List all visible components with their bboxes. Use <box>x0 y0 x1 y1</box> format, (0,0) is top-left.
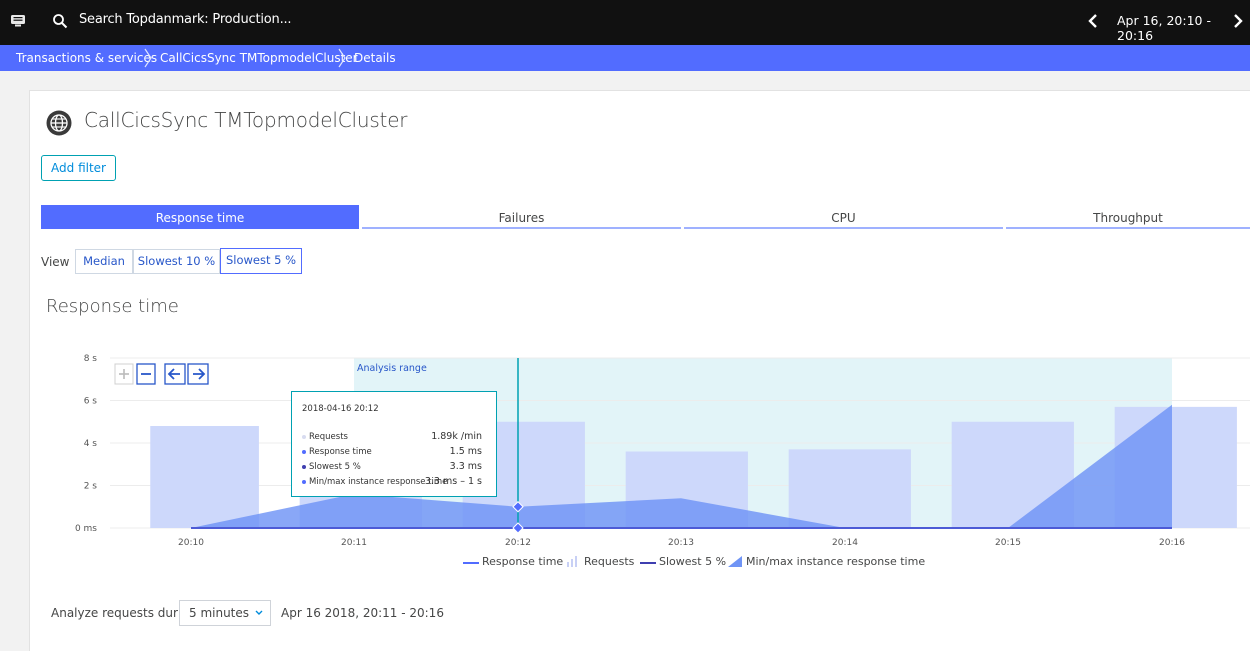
x-tick-label: 20:16 <box>1159 538 1185 548</box>
y-tick-label: 2 s <box>84 482 98 492</box>
minmax-area-icon <box>728 556 742 567</box>
tooltip-row-requests: Requests 1.89k /min <box>302 431 490 444</box>
minmax-dot-icon <box>302 479 306 484</box>
chart-tooltip: 2018-04-16 20:12 Requests 1.89k /min Res… <box>291 391 497 497</box>
slowest-dot-icon <box>302 464 306 469</box>
legend-slowest-5[interactable]: Slowest 5 % <box>659 555 726 568</box>
response-time-chart[interactable]: 0 ms2 s4 s6 s8 s 20:10 20:11 20:12 20:13 20:… <box>0 0 1250 631</box>
requests-bar <box>788 449 911 528</box>
tooltip-value: 3.3 ms <box>449 461 482 472</box>
y-tick-label: 0 ms <box>75 524 97 534</box>
analyze-range: Apr 16 2018, 20:11 - 20:16 <box>281 606 444 620</box>
analyze-duration-select[interactable]: 5 minutes <box>179 600 271 626</box>
response-time-dot-icon <box>302 449 306 454</box>
y-tick-label: 4 s <box>84 439 98 449</box>
requests-bars-icon <box>567 556 577 567</box>
tooltip-date: 2018-04-16 20:12 <box>302 404 379 414</box>
y-tick-label: 8 s <box>84 354 98 364</box>
tooltip-label: Response time <box>309 447 372 457</box>
legend-requests[interactable]: Requests <box>584 555 634 568</box>
requests-dot-icon <box>302 434 306 439</box>
x-tick-label: 20:12 <box>505 538 531 548</box>
analyze-label: Analyze requests during <box>51 606 197 620</box>
y-axis-ticks: 0 ms 2 s 4 s 6 s 8 s <box>75 354 97 534</box>
tooltip-value: 1.89k /min <box>431 431 482 442</box>
legend-response-time[interactable]: Response time <box>482 555 563 568</box>
x-axis-ticks: 20:10 20:11 20:12 20:13 20:14 20:15 20:16 <box>178 538 1185 548</box>
tooltip-row-minmax: Min/max instance response time 3.3 ms – … <box>302 476 490 489</box>
response-time-line-icon <box>463 562 479 564</box>
y-tick-label: 6 s <box>84 397 98 407</box>
tooltip-label: Requests <box>309 432 348 442</box>
tooltip-value: 1.5 ms <box>449 446 482 457</box>
tooltip-label: Slowest 5 % <box>309 462 361 472</box>
analyze-duration-value: 5 minutes <box>189 606 250 620</box>
requests-bar <box>150 426 259 528</box>
tooltip-row-slowest: Slowest 5 % 3.3 ms <box>302 461 490 474</box>
tooltip-value: 3.3 ms – 1 s <box>424 476 482 487</box>
tooltip-row-response-time: Response time 1.5 ms <box>302 446 490 459</box>
x-tick-label: 20:15 <box>995 538 1021 548</box>
chart-zoom-controls <box>114 363 209 385</box>
analysis-range-label: Analysis range <box>357 363 427 374</box>
chevron-down-icon <box>255 610 263 615</box>
x-tick-label: 20:13 <box>668 538 694 548</box>
legend-min-max[interactable]: Min/max instance response time <box>746 555 925 568</box>
x-tick-label: 20:14 <box>832 538 858 548</box>
x-tick-label: 20:10 <box>178 538 204 548</box>
slowest-line-icon <box>640 562 656 564</box>
x-tick-label: 20:11 <box>341 538 367 548</box>
